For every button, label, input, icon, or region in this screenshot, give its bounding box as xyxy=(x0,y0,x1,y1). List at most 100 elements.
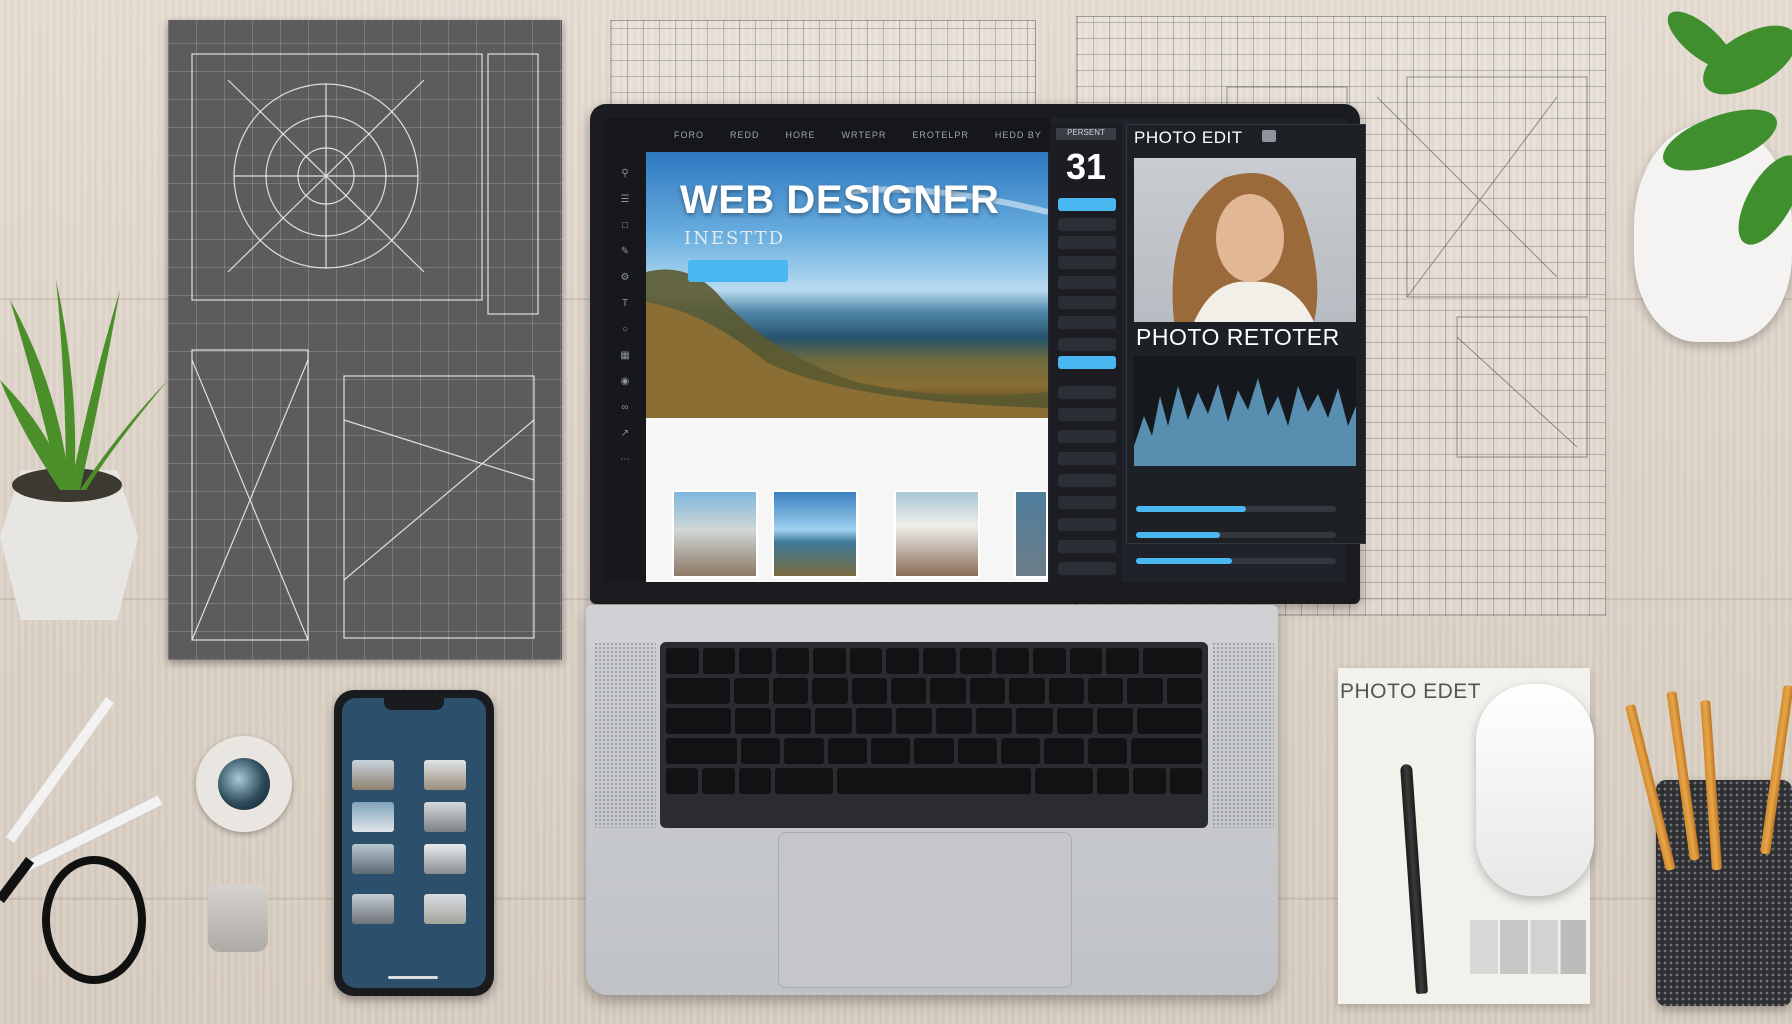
key[interactable] xyxy=(1096,708,1133,734)
tool-item[interactable] xyxy=(1058,256,1116,269)
keyboard[interactable] xyxy=(660,642,1208,828)
shape-icon[interactable]: ○ xyxy=(622,324,628,335)
phone-screen[interactable] xyxy=(342,698,486,988)
gallery-thumbnail[interactable] xyxy=(672,490,758,578)
key[interactable] xyxy=(1048,678,1084,704)
eye-icon[interactable]: ◉ xyxy=(621,376,630,387)
key[interactable] xyxy=(666,708,732,734)
tool-item[interactable] xyxy=(1058,518,1116,531)
key[interactable] xyxy=(914,738,954,764)
key[interactable] xyxy=(815,708,852,734)
key[interactable] xyxy=(930,678,966,704)
key[interactable] xyxy=(1056,708,1093,734)
tool-item[interactable] xyxy=(1058,474,1116,487)
tool-item[interactable] xyxy=(1058,338,1116,351)
tool-item[interactable] xyxy=(1058,276,1116,289)
crop-icon[interactable]: □ xyxy=(622,220,628,231)
key[interactable] xyxy=(740,738,781,764)
phone-gallery-thumb[interactable] xyxy=(424,760,466,790)
tool-item[interactable] xyxy=(1058,540,1116,553)
gallery-thumbnail[interactable] xyxy=(894,490,980,578)
key[interactable] xyxy=(1106,648,1140,674)
settings-icon[interactable]: ⚙ xyxy=(621,272,630,283)
key[interactable] xyxy=(870,738,911,764)
tool-item[interactable] xyxy=(1058,386,1116,399)
key[interactable] xyxy=(1044,738,1084,764)
more-icon[interactable]: ⋯ xyxy=(620,454,630,465)
key[interactable] xyxy=(773,678,809,704)
key[interactable] xyxy=(702,768,735,794)
key[interactable] xyxy=(666,678,730,704)
key[interactable] xyxy=(886,648,919,674)
key[interactable] xyxy=(733,678,770,704)
key[interactable] xyxy=(739,648,773,674)
key[interactable] xyxy=(996,648,1030,674)
key[interactable] xyxy=(895,708,932,734)
phone-gallery-thumb[interactable] xyxy=(424,844,466,874)
adjustment-slider[interactable] xyxy=(1130,526,1352,544)
tool-item[interactable] xyxy=(1058,408,1116,421)
key[interactable] xyxy=(1131,738,1202,764)
phone-gallery-thumb[interactable] xyxy=(352,844,394,874)
key[interactable] xyxy=(666,648,699,674)
key[interactable] xyxy=(1133,768,1166,794)
export-icon[interactable]: ↗ xyxy=(621,428,629,439)
key[interactable] xyxy=(1069,648,1103,674)
phone-gallery-thumb[interactable] xyxy=(352,802,394,832)
tool-item[interactable] xyxy=(1058,236,1116,249)
tool-item[interactable] xyxy=(1058,452,1116,465)
key[interactable] xyxy=(1166,678,1202,704)
key[interactable] xyxy=(702,648,736,674)
trackpad[interactable] xyxy=(778,832,1072,988)
key[interactable] xyxy=(1097,768,1130,794)
gallery-thumbnail[interactable] xyxy=(772,490,858,578)
layers-icon[interactable]: ☰ xyxy=(621,194,630,205)
link-icon[interactable]: ∞ xyxy=(621,402,628,413)
tool-item[interactable] xyxy=(1058,316,1116,329)
key[interactable] xyxy=(957,738,998,764)
key[interactable] xyxy=(1087,738,1128,764)
camera-icon[interactable] xyxy=(1262,130,1276,142)
key[interactable] xyxy=(935,708,973,734)
tool-item-active[interactable] xyxy=(1058,356,1116,369)
portrait-photo[interactable] xyxy=(1134,158,1356,322)
key[interactable] xyxy=(959,648,993,674)
search-icon[interactable]: ⚲ xyxy=(621,168,628,179)
key[interactable] xyxy=(776,648,809,674)
computer-mouse[interactable] xyxy=(1476,684,1594,896)
key[interactable] xyxy=(922,648,956,674)
key[interactable] xyxy=(969,678,1006,704)
key[interactable] xyxy=(666,768,699,794)
gallery-thumbnail[interactable] xyxy=(1014,490,1048,578)
key[interactable] xyxy=(774,768,834,794)
tool-item[interactable] xyxy=(1058,296,1116,309)
key[interactable] xyxy=(812,678,848,704)
key[interactable] xyxy=(812,648,846,674)
phone-gallery-thumb[interactable] xyxy=(424,894,466,924)
tool-item[interactable] xyxy=(1058,430,1116,443)
key[interactable] xyxy=(1001,738,1041,764)
tool-item-active[interactable] xyxy=(1058,198,1116,211)
tool-item[interactable] xyxy=(1058,562,1116,575)
key[interactable] xyxy=(1034,768,1094,794)
nav-item[interactable]: EROTELPR xyxy=(912,130,969,140)
tool-item[interactable] xyxy=(1058,218,1116,231)
nav-item[interactable]: REDD xyxy=(730,130,760,140)
key[interactable] xyxy=(1143,648,1202,674)
hero-cta-button[interactable] xyxy=(688,260,788,282)
key[interactable] xyxy=(784,738,824,764)
nav-item[interactable]: FORO xyxy=(674,130,704,140)
phone-gallery-thumb[interactable] xyxy=(352,760,394,790)
key[interactable] xyxy=(849,648,883,674)
nav-item[interactable]: WRTEPR xyxy=(842,130,887,140)
grid-icon[interactable]: ▦ xyxy=(620,350,629,361)
key[interactable] xyxy=(1136,708,1202,734)
key[interactable] xyxy=(1033,648,1066,674)
key[interactable] xyxy=(827,738,867,764)
text-icon[interactable]: T xyxy=(622,298,628,309)
key[interactable] xyxy=(738,768,771,794)
key[interactable] xyxy=(735,708,772,734)
phone-gallery-thumb[interactable] xyxy=(424,802,466,832)
key[interactable] xyxy=(666,738,737,764)
adjustment-slider[interactable] xyxy=(1130,552,1352,570)
